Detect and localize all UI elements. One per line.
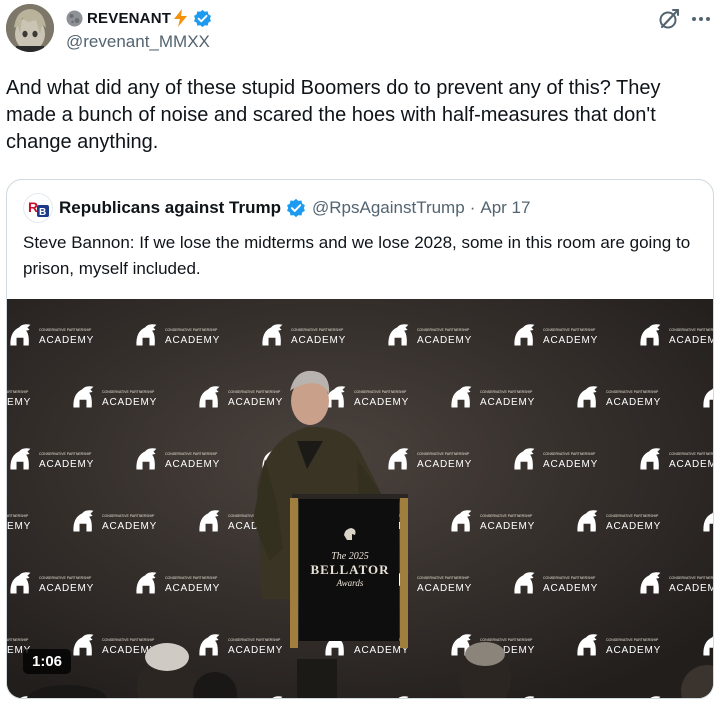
svg-text:ACADEMY: ACADEMY — [102, 521, 157, 532]
svg-text:ACADEMY: ACADEMY — [669, 459, 714, 470]
svg-text:ACADEMY: ACADEMY — [669, 583, 714, 594]
svg-text:ACADEMY: ACADEMY — [102, 397, 157, 408]
lightning-emoji-icon — [174, 9, 188, 27]
svg-text:ACADEMY: ACADEMY — [606, 521, 661, 532]
svg-text:ACADEMY: ACADEMY — [543, 583, 598, 594]
svg-text:ACADEMY: ACADEMY — [354, 397, 409, 408]
svg-text:CONSERVATIVE PARTNERSHIP: CONSERVATIVE PARTNERSHIP — [7, 514, 29, 518]
quoted-author-name: Republicans against Trump — [59, 198, 281, 217]
tweet: REVENANT @revenant_MMXX And what did any… — [0, 0, 720, 705]
svg-text:ACADEMY: ACADEMY — [7, 521, 31, 532]
svg-text:CONSERVATIVE PARTNERSHIP: CONSERVATIVE PARTNERSHIP — [102, 638, 155, 642]
svg-text:ACADEMY: ACADEMY — [165, 459, 220, 470]
svg-text:ACADEMY: ACADEMY — [39, 335, 94, 346]
svg-text:ACADEMY: ACADEMY — [417, 459, 472, 470]
svg-text:CONSERVATIVE PARTNERSHIP: CONSERVATIVE PARTNERSHIP — [39, 576, 92, 580]
verified-badge-icon — [194, 9, 212, 27]
svg-text:ACADEMY: ACADEMY — [417, 335, 472, 346]
separator-dot: · — [469, 198, 476, 217]
svg-text:CONSERVATIVE PARTNERSHIP: CONSERVATIVE PARTNERSHIP — [669, 328, 714, 332]
podium-line2: BELLATOR — [310, 562, 389, 577]
svg-text:CONSERVATIVE PARTNERSHIP: CONSERVATIVE PARTNERSHIP — [606, 390, 659, 394]
svg-text:CONSERVATIVE PARTNERSHIP: CONSERVATIVE PARTNERSHIP — [417, 328, 470, 332]
svg-text:CONSERVATIVE PARTNERSHIP: CONSERVATIVE PARTNERSHIP — [165, 452, 218, 456]
svg-text:CONSERVATIVE PARTNERSHIP: CONSERVATIVE PARTNERSHIP — [480, 638, 533, 642]
svg-text:ACADEMY: ACADEMY — [417, 583, 472, 594]
academy-logo: CONSERVATIVE PARTNERSHIP ACADEMY — [7, 390, 31, 408]
svg-text:CONSERVATIVE PARTNERSHIP: CONSERVATIVE PARTNERSHIP — [102, 390, 155, 394]
svg-text:CONSERVATIVE PARTNERSHIP: CONSERVATIVE PARTNERSHIP — [669, 576, 714, 580]
svg-text:ACADEMY: ACADEMY — [39, 459, 94, 470]
quoted-tweet[interactable]: R B Republicans against Trump @RpsAgains… — [6, 179, 714, 699]
svg-text:ACADEMY: ACADEMY — [291, 335, 346, 346]
svg-text:ACADEMY: ACADEMY — [480, 521, 535, 532]
svg-text:CONSERVATIVE PARTNERSHIP: CONSERVATIVE PARTNERSHIP — [165, 576, 218, 580]
svg-text:ACADEMY: ACADEMY — [606, 645, 661, 656]
more-options-icon[interactable] — [690, 8, 712, 30]
svg-text:CONSERVATIVE PARTNERSHIP: CONSERVATIVE PARTNERSHIP — [7, 638, 29, 642]
republicans-against-trump-logo[interactable]: R B — [23, 193, 53, 223]
video-frame: CONSERVATIVE PARTNERSHIPACADEMYCONSERVAT… — [7, 299, 714, 698]
svg-text:ACADEMY: ACADEMY — [7, 397, 31, 408]
quoted-tweet-date: Apr 17 — [480, 198, 531, 217]
svg-text:CONSERVATIVE PARTNERSHIP: CONSERVATIVE PARTNERSHIP — [354, 390, 407, 394]
quoted-tweet-text: Steve Bannon: If we lose the midterms an… — [23, 233, 691, 278]
svg-text:CONSERVATIVE PARTNERSHIP: CONSERVATIVE PARTNERSHIP — [669, 452, 714, 456]
tweet-text: And what did any of these stupid Boomers… — [6, 77, 661, 153]
author-display-name: REVENANT — [87, 9, 172, 27]
grok-icon[interactable] — [657, 7, 681, 31]
author-handle[interactable]: @revenant_MMXX — [66, 32, 210, 52]
svg-text:CONSERVATIVE PARTNERSHIP: CONSERVATIVE PARTNERSHIP — [165, 328, 218, 332]
podium-line1: The 2025 — [331, 551, 369, 562]
svg-text:ACADEMY: ACADEMY — [543, 335, 598, 346]
svg-text:CONSERVATIVE PARTNERSHIP: CONSERVATIVE PARTNERSHIP — [102, 514, 155, 518]
svg-text:CONSERVATIVE PARTNERSHIP: CONSERVATIVE PARTNERSHIP — [480, 390, 533, 394]
svg-text:CONSERVATIVE PARTNERSHIP: CONSERVATIVE PARTNERSHIP — [228, 390, 281, 394]
academy-logo: CONSERVATIVE PARTNERSHIP ACADEMY — [7, 514, 31, 532]
svg-text:CONSERVATIVE PARTNERSHIP: CONSERVATIVE PARTNERSHIP — [7, 390, 29, 394]
svg-text:ACADEMY: ACADEMY — [228, 645, 283, 656]
verified-badge-icon — [287, 198, 305, 218]
quoted-tweet-header: R B Republicans against Trump @RpsAgains… — [23, 193, 531, 223]
svg-text:ACADEMY: ACADEMY — [606, 397, 661, 408]
svg-text:ACADEMY: ACADEMY — [165, 335, 220, 346]
video-player[interactable]: CONSERVATIVE PARTNERSHIP ACADEMY CONSERVAT… — [7, 299, 714, 698]
svg-text:CONSERVATIVE PARTNERSHIP: CONSERVATIVE PARTNERSHIP — [417, 576, 470, 580]
svg-text:CONSERVATIVE PARTNERSHIP: CONSERVATIVE PARTNERSHIP — [228, 638, 281, 642]
svg-text:CONSERVATIVE PARTNERSHIP: CONSERVATIVE PARTNERSHIP — [291, 328, 344, 332]
svg-text:CONSERVATIVE PARTNERSHIP: CONSERVATIVE PARTNERSHIP — [417, 452, 470, 456]
svg-text:ACADEMY: ACADEMY — [165, 583, 220, 594]
svg-text:CONSERVATIVE PARTNERSHIP: CONSERVATIVE PARTNERSHIP — [39, 328, 92, 332]
avatar-image — [6, 4, 54, 52]
svg-text:ACADEMY: ACADEMY — [543, 459, 598, 470]
video-duration: 1:06 — [23, 649, 72, 674]
svg-text:ACADEMY: ACADEMY — [669, 335, 714, 346]
quoted-author-handle: @RpsAgainstTrump — [312, 198, 465, 217]
svg-text:CONSERVATIVE PARTNERSHIP: CONSERVATIVE PARTNERSHIP — [543, 328, 596, 332]
svg-text:CONSERVATIVE PARTNERSHIP: CONSERVATIVE PARTNERSHIP — [606, 638, 659, 642]
moon-emoji-icon — [66, 10, 83, 26]
svg-text:ACADEMY: ACADEMY — [228, 397, 283, 408]
svg-text:CONSERVATIVE PARTNERSHIP: CONSERVATIVE PARTNERSHIP — [543, 452, 596, 456]
svg-text:CONSERVATIVE PARTNERSHIP: CONSERVATIVE PARTNERSHIP — [39, 452, 92, 456]
svg-text:ACADEMY: ACADEMY — [39, 583, 94, 594]
svg-text:ACADEMY: ACADEMY — [480, 397, 535, 408]
svg-text:CONSERVATIVE PARTNERSHIP: CONSERVATIVE PARTNERSHIP — [543, 576, 596, 580]
svg-text:R: R — [28, 199, 38, 215]
svg-text:CONSERVATIVE PARTNERSHIP: CONSERVATIVE PARTNERSHIP — [606, 514, 659, 518]
podium-line3: Awards — [336, 578, 364, 588]
avatar[interactable] — [6, 4, 54, 52]
author-name-row[interactable]: REVENANT — [66, 7, 212, 29]
svg-text:CONSERVATIVE PARTNERSHIP: CONSERVATIVE PARTNERSHIP — [480, 514, 533, 518]
svg-text:B: B — [39, 207, 46, 218]
